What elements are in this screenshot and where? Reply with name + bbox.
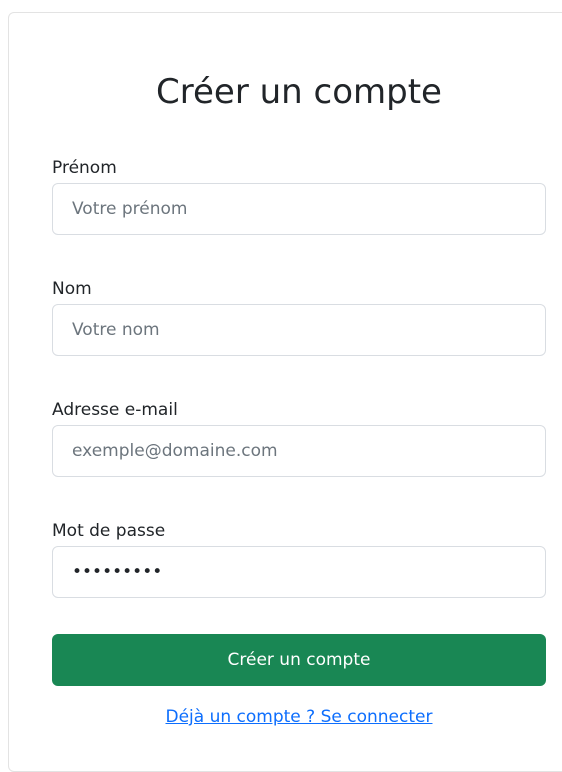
first-name-label: Prénom xyxy=(52,158,117,178)
first-name-input[interactable] xyxy=(52,183,546,235)
last-name-label: Nom xyxy=(52,279,92,299)
signup-card: Créer un compte Prénom Nom Adresse e-mai… xyxy=(8,12,562,772)
email-input[interactable] xyxy=(52,425,546,477)
password-input[interactable] xyxy=(52,546,546,598)
last-name-input[interactable] xyxy=(52,304,546,356)
create-account-button[interactable]: Créer un compte xyxy=(52,634,546,686)
login-link[interactable]: Déjà un compte ? Se connecter xyxy=(9,706,562,728)
password-label: Mot de passe xyxy=(52,521,166,541)
email-label: Adresse e-mail xyxy=(52,400,178,420)
page-title: Créer un compte xyxy=(156,72,442,112)
